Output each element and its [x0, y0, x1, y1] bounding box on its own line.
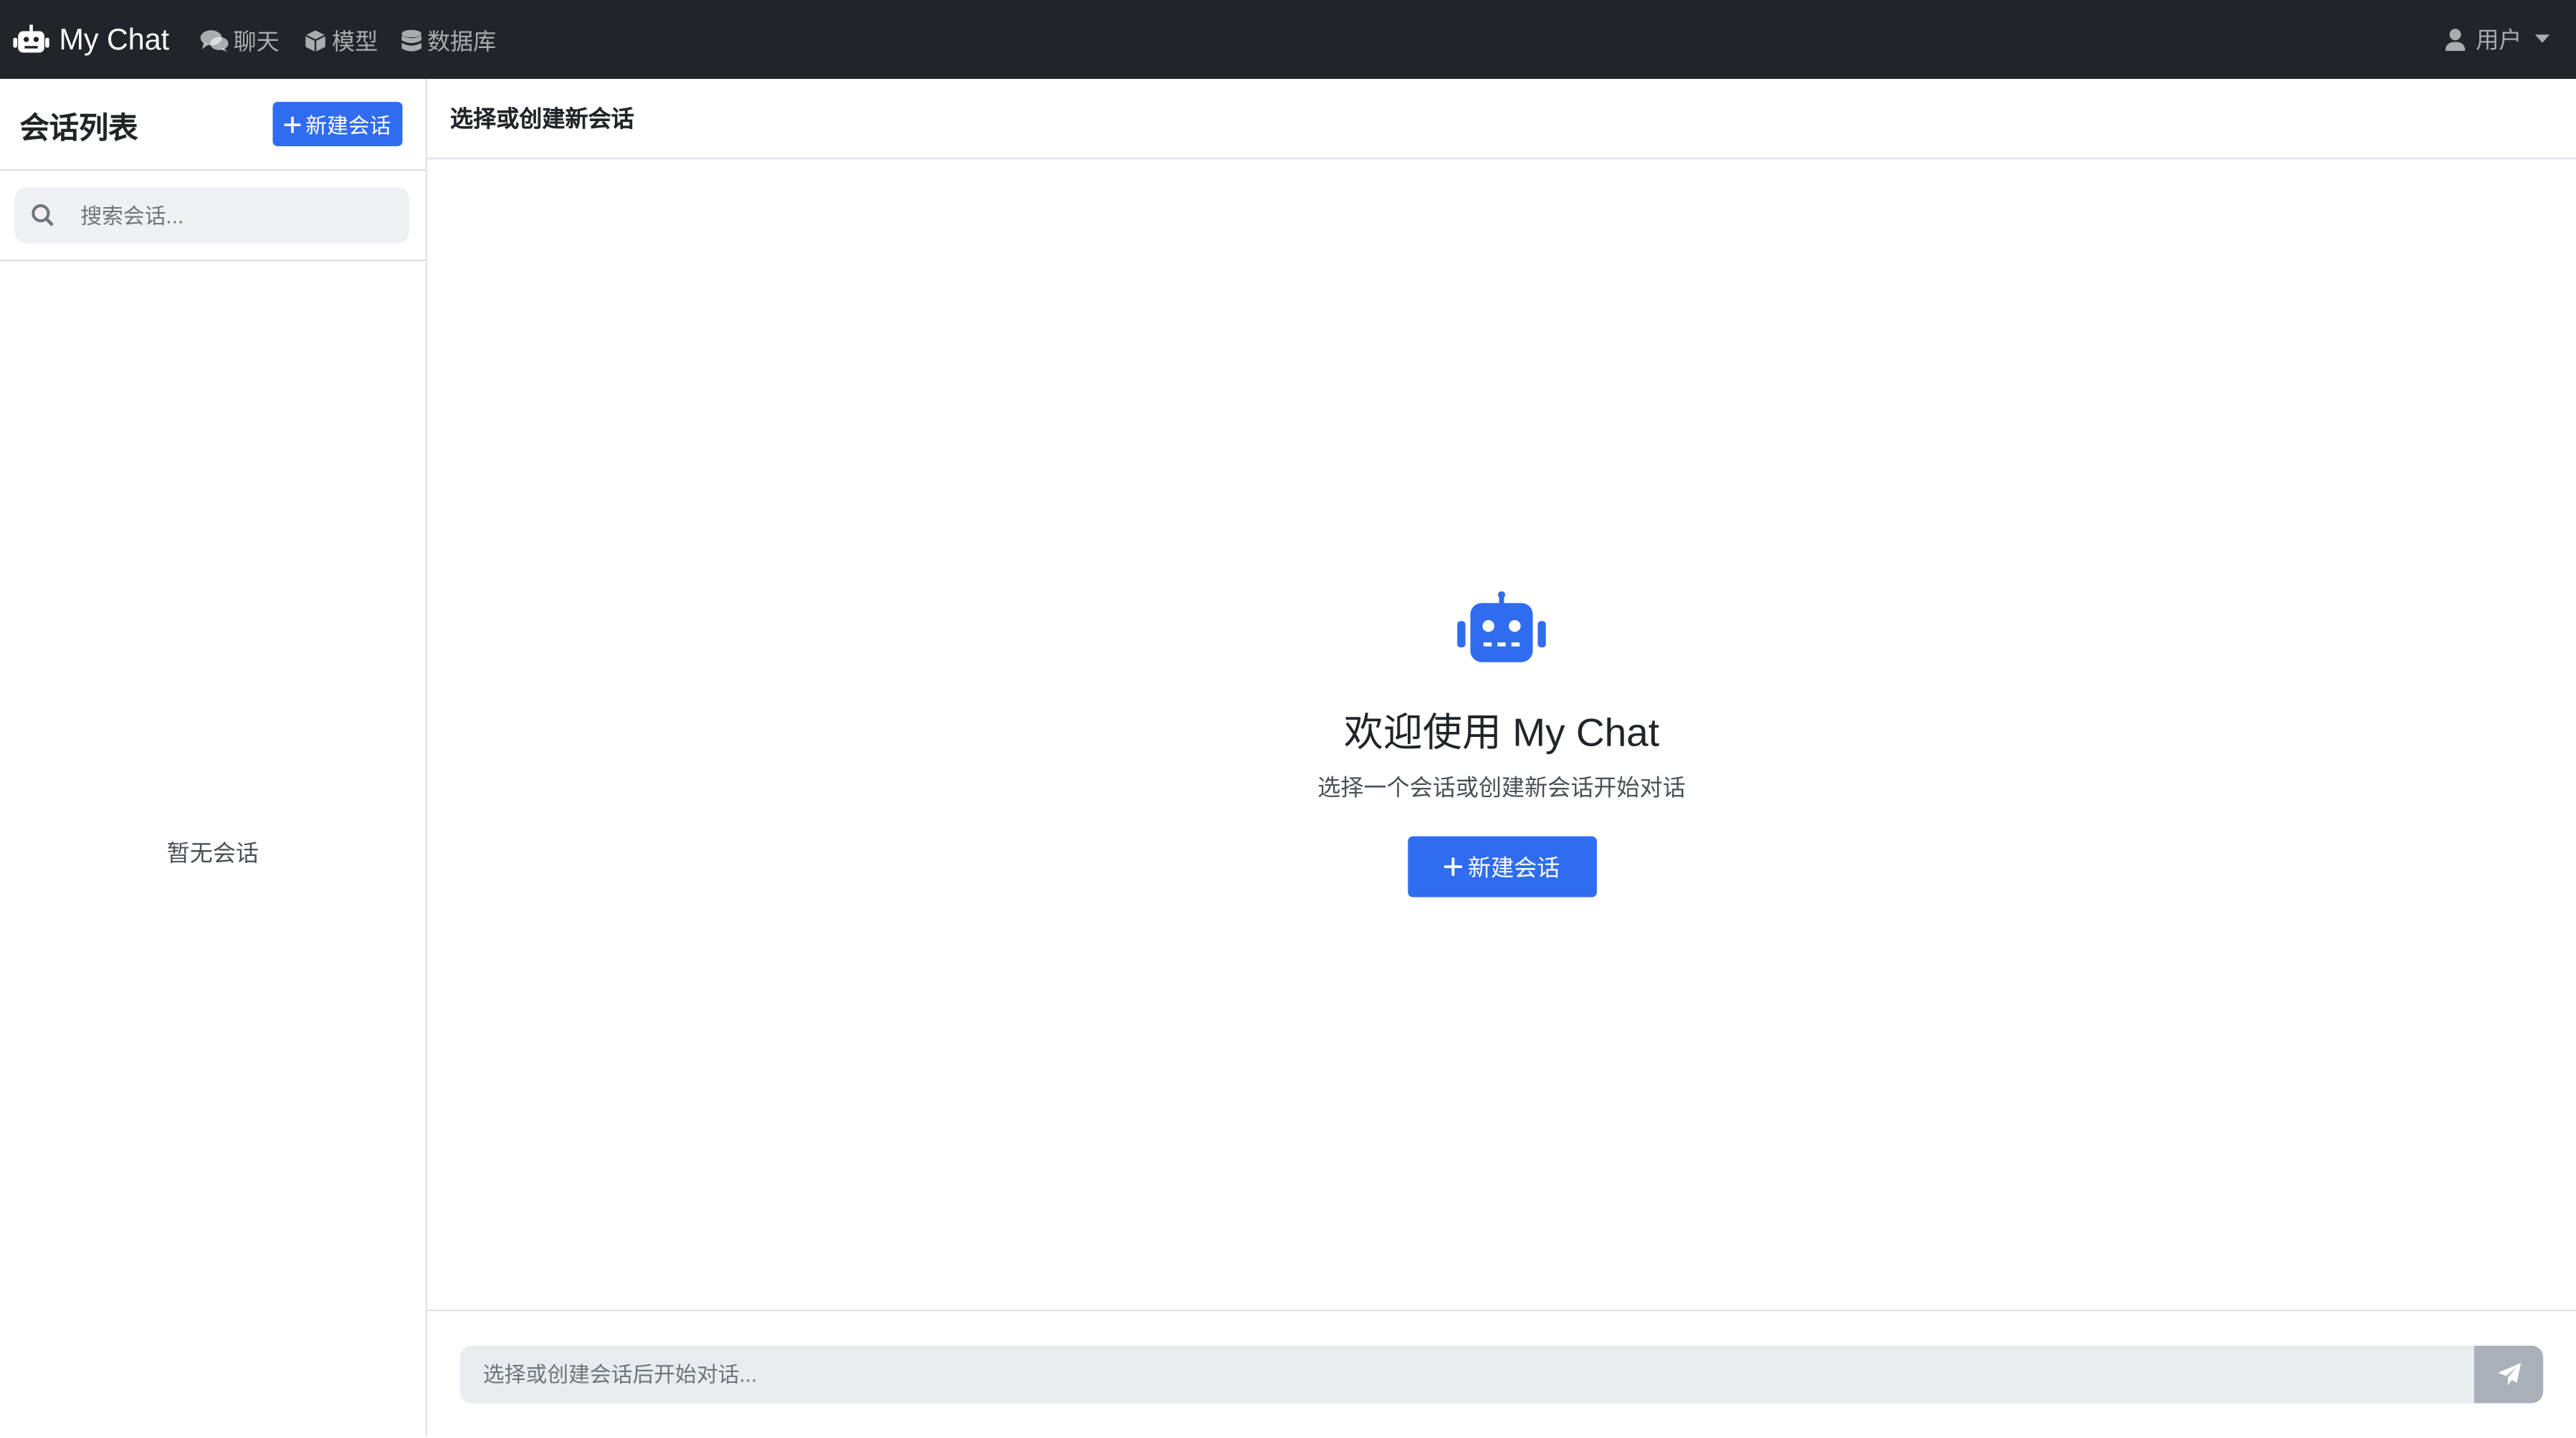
brand-link[interactable]: My Chat	[13, 22, 169, 57]
chat-header: 选择或创建新会话	[426, 79, 2576, 160]
welcome-title: 欢迎使用 My Chat	[1343, 711, 1660, 756]
plus-icon	[284, 115, 301, 133]
plus-icon	[1443, 857, 1461, 876]
conversation-search	[14, 187, 409, 244]
chat-header-title: 选择或创建新会话	[450, 105, 634, 132]
user-icon	[2445, 29, 2466, 52]
welcome-new-conversation-label: 新建会话	[1467, 853, 1560, 880]
sidebar-search-area	[0, 171, 426, 262]
new-conversation-label: 新建会话	[305, 113, 391, 138]
database-icon	[401, 29, 421, 52]
user-label: 用户	[2476, 26, 2522, 53]
nav-link-chat[interactable]: 聊天	[200, 24, 280, 57]
nav-link-database[interactable]: 数据库	[401, 24, 496, 57]
nav-link-database-label: 数据库	[426, 27, 497, 54]
cube-icon	[305, 30, 326, 52]
welcome-panel: 欢迎使用 My Chat 选择一个会话或创建新会话开始对话 新建会话	[427, 591, 2576, 897]
message-input[interactable]	[459, 1346, 2474, 1404]
message-input-wrapper	[459, 1346, 2474, 1404]
search-icon	[32, 204, 54, 227]
empty-conversations-text: 暂无会话	[166, 839, 259, 866]
message-input-bar	[426, 1309, 2576, 1438]
nav-link-chat-label: 聊天	[233, 27, 280, 54]
send-button[interactable]	[2474, 1346, 2544, 1404]
brand-name: My Chat	[59, 22, 170, 55]
welcome-subtitle: 选择一个会话或创建新会话开始对话	[1317, 773, 1686, 801]
comments-icon	[200, 30, 229, 52]
conversation-sidebar: 会话列表 新建会话 暂无会话	[0, 79, 427, 1437]
robot-icon	[1457, 591, 1546, 662]
top-navbar: My Chat 聊天 模型 数据库 用户	[0, 0, 2576, 80]
user-dropdown[interactable]: 用户	[2445, 0, 2550, 79]
sidebar-title: 会话列表	[19, 111, 138, 145]
sidebar-header: 会话列表 新建会话	[0, 79, 426, 171]
paper-plane-icon	[2496, 1363, 2521, 1386]
nav-link-models[interactable]: 模型	[304, 24, 378, 57]
nav-link-models-label: 模型	[332, 27, 378, 54]
caret-down-icon	[2534, 34, 2550, 43]
search-input[interactable]	[80, 187, 393, 244]
new-conversation-button[interactable]: 新建会话	[272, 102, 403, 146]
robot-icon	[13, 24, 49, 53]
welcome-new-conversation-button[interactable]: 新建会话	[1407, 836, 1596, 897]
